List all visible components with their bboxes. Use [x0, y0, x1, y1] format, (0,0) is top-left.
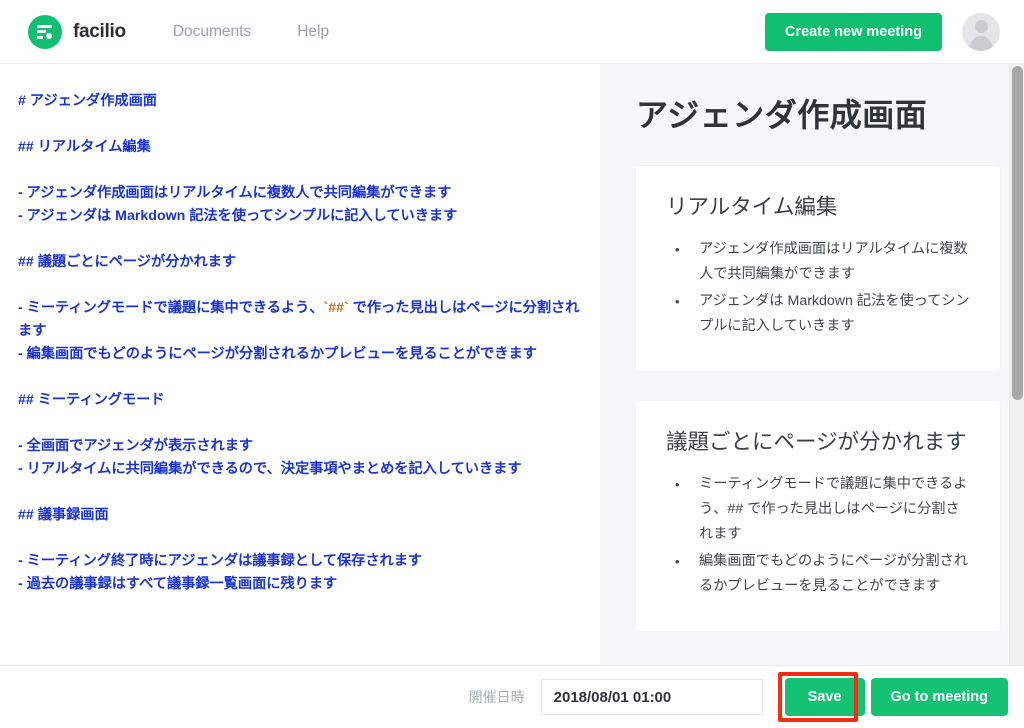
- markdown-line: - アジェンダ作成画面はリアルタイムに複数人で共同編集ができます: [18, 185, 452, 201]
- markdown-line: - ミーティングモードで議題に集中できるよう、`##` で作った見出しはページに…: [18, 300, 580, 339]
- markdown-line: - リアルタイムに共同編集ができるので、決定事項やまとめを記入していきます: [18, 461, 522, 477]
- preview-pane: アジェンダ作成画面 リアルタイム編集アジェンダ作成画面はリアルタイムに複数人で共…: [600, 64, 1024, 665]
- markdown-line: [18, 412, 582, 435]
- preview-title: アジェンダ作成画面: [636, 97, 928, 133]
- app-window: facilio Documents Help Create new meetin…: [0, 0, 1024, 728]
- markdown-line: ## 議事録画面: [18, 507, 109, 523]
- markdown-line: - 編集画面でもどのようにページが分割されるかプレビューを見ることができます: [18, 346, 537, 362]
- facilio-logo-icon: [28, 14, 62, 49]
- meeting-date-label: 開催日時: [468, 689, 525, 705]
- list-item: ミーティングモードで議題に集中できるよう、## で作った見出しはページに分割され…: [666, 472, 972, 547]
- list-item: アジェンダ作成画面はリアルタイムに複数人で共同編集ができます: [666, 237, 972, 287]
- preview-card: リアルタイム編集アジェンダ作成画面はリアルタイムに複数人で共同編集ができますアジ…: [636, 166, 1000, 371]
- top-navigation-bar: facilio Documents Help Create new meetin…: [0, 0, 1024, 64]
- preview-cards: リアルタイム編集アジェンダ作成画面はリアルタイムに複数人で共同編集ができますアジ…: [636, 166, 1000, 631]
- markdown-line: ## ミーティングモード: [18, 392, 165, 408]
- markdown-line: - アジェンダは Markdown 記法を使ってシンプルに記入していきます: [18, 208, 458, 224]
- scrollbar-thumb[interactable]: [1012, 66, 1023, 400]
- markdown-line: [18, 366, 582, 389]
- header-actions: Create new meeting: [765, 12, 1000, 51]
- markdown-source-text[interactable]: # アジェンダ作成画面 ## リアルタイム編集 - アジェンダ作成画面はリアルタ…: [18, 90, 582, 596]
- markdown-line: - ミーティング終了時にアジェンダは議事録として保存されます: [18, 553, 423, 569]
- nav-item-help[interactable]: Help: [297, 23, 329, 41]
- markdown-editor-pane[interactable]: # アジェンダ作成画面 ## リアルタイム編集 - アジェンダ作成画面はリアルタ…: [0, 64, 600, 665]
- preview-card-title: 議題ごとにページが分かれます: [666, 430, 967, 454]
- markdown-line: [18, 159, 582, 182]
- preview-card-list: アジェンダ作成画面はリアルタイムに複数人で共同編集ができますアジェンダは Mar…: [666, 237, 972, 339]
- nav-item-documents[interactable]: Documents: [173, 23, 251, 41]
- bottom-action-bar: 開催日時 Save Go to meeting: [0, 665, 1024, 728]
- preview-scrollbar[interactable]: [1009, 64, 1024, 665]
- main-content: # アジェンダ作成画面 ## リアルタイム編集 - アジェンダ作成画面はリアルタ…: [0, 64, 1024, 665]
- preview-card-title: リアルタイム編集: [666, 195, 838, 219]
- markdown-line: ## 議題ごとにページが分かれます: [18, 254, 237, 270]
- preview-card: 議題ごとにページが分かれますミーティングモードで議題に集中できるよう、## で作…: [636, 401, 1000, 631]
- save-button[interactable]: Save: [784, 678, 865, 716]
- brand-name: facilio: [73, 20, 126, 42]
- markdown-line: [18, 527, 582, 550]
- list-item: アジェンダは Markdown 記法を使ってシンプルに記入していきます: [666, 289, 972, 339]
- markdown-line: - 過去の議事録はすべて議事録一覧画面に残ります: [18, 576, 338, 592]
- meeting-date-input[interactable]: [540, 679, 763, 715]
- list-item: 編集画面でもどのようにページが分割されるかプレビューを見ることができます: [666, 549, 972, 599]
- main-nav: Documents Help: [173, 23, 329, 41]
- user-avatar-icon[interactable]: [962, 12, 1000, 51]
- markdown-line: [18, 113, 582, 136]
- create-new-meeting-button[interactable]: Create new meeting: [765, 12, 942, 51]
- go-to-meeting-button[interactable]: Go to meeting: [870, 678, 1008, 716]
- preview-card-list: ミーティングモードで議題に集中できるよう、## で作った見出しはページに分割され…: [666, 472, 972, 599]
- markdown-line: [18, 228, 582, 251]
- markdown-line: - 全画面でアジェンダが表示されます: [18, 438, 254, 454]
- markdown-line: ## リアルタイム編集: [18, 139, 151, 155]
- markdown-line: [18, 274, 582, 297]
- markdown-line: [18, 481, 582, 504]
- preview-content: アジェンダ作成画面 リアルタイム編集アジェンダ作成画面はリアルタイムに複数人で共…: [636, 64, 1000, 631]
- markdown-line: # アジェンダ作成画面: [18, 93, 157, 109]
- brand-logo[interactable]: facilio: [28, 14, 126, 49]
